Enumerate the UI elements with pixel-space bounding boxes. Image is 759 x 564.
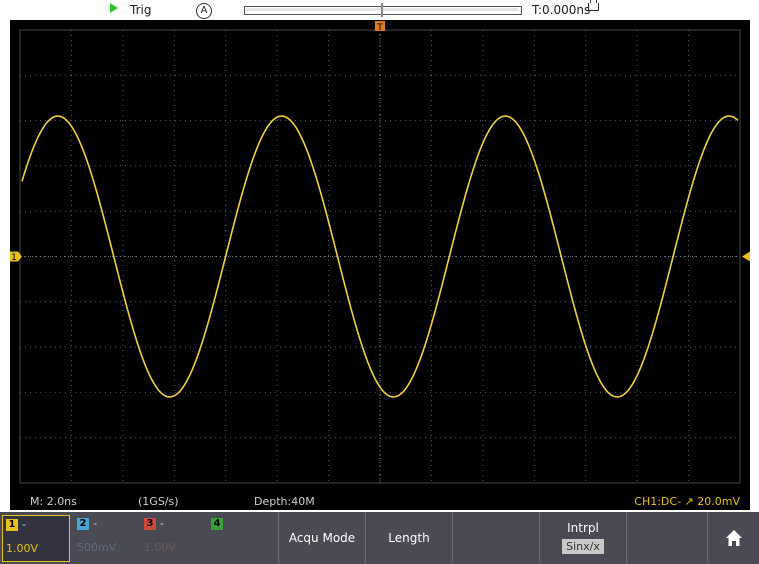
channel2-number: 2 [77, 518, 89, 530]
home-button[interactable] [707, 512, 759, 564]
trigger-status: Trig [130, 3, 152, 17]
empty-menu-slot [452, 512, 539, 564]
timebase-readout[interactable]: M: 2.0ns [30, 495, 77, 508]
record-depth-readout: Depth:40M [254, 495, 315, 508]
channel4-box[interactable]: 4 [208, 515, 274, 560]
acqu-mode-button[interactable]: Acqu Mode [278, 512, 365, 564]
trigger-level-marker [742, 251, 750, 262]
channel2-box[interactable]: 2 - 500mV [74, 515, 140, 560]
oscilloscope-screen: Trig A T:0.000ns T1 M: 2.0ns (1GS/s) Dep… [0, 0, 759, 564]
empty-menu-slot-2 [626, 512, 707, 564]
interpolation-label: Intrpl [567, 521, 599, 535]
lock-icon[interactable] [588, 0, 599, 11]
auto-trigger-icon: A [196, 3, 212, 19]
interpolation-button[interactable]: Intrpl Sinx/x [539, 512, 626, 564]
channel3-coupling: - [160, 517, 164, 530]
trigger-position-label: T [376, 23, 383, 33]
channel1-scale: 1.00V [6, 542, 39, 555]
channel3-scale: 1.00V [144, 541, 177, 554]
bottom-menu: 1 - 1.00V 2 - 500mV 3 - 1.00V 4 Acqu Mod… [0, 512, 759, 564]
trigger-readout[interactable]: CH1:DC- ↗ 20.0mV [634, 495, 740, 508]
status-bar: Trig A T:0.000ns [0, 0, 759, 22]
memory-position-bar[interactable] [244, 3, 522, 17]
run-status-icon [110, 3, 118, 13]
home-icon [726, 530, 742, 546]
time-offset: T:0.000ns [532, 3, 591, 17]
graticule-grid [19, 29, 741, 484]
channel3-number: 3 [144, 518, 156, 530]
interpolation-value: Sinx/x [562, 539, 604, 554]
memory-marker [381, 3, 383, 17]
channel4-number: 4 [211, 518, 223, 530]
info-strip: M: 2.0ns (1GS/s) Depth:40M CH1:DC- ↗ 20.… [10, 493, 750, 510]
channel1-ground-label: 1 [11, 253, 17, 263]
channel3-box[interactable]: 3 - 1.00V [141, 515, 207, 560]
length-label: Length [388, 531, 430, 545]
waveform-display[interactable]: T1 [10, 20, 750, 493]
channel1-coupling: - [22, 518, 26, 531]
channel2-coupling: - [93, 517, 97, 530]
channel1-box[interactable]: 1 - 1.00V [2, 515, 70, 562]
sample-rate-readout: (1GS/s) [138, 495, 179, 508]
waveform-graticule: T1 [10, 21, 750, 484]
acqu-mode-label: Acqu Mode [288, 531, 356, 545]
channel1-number: 1 [6, 519, 18, 531]
channel2-scale: 500mV [77, 541, 117, 554]
length-button[interactable]: Length [365, 512, 452, 564]
